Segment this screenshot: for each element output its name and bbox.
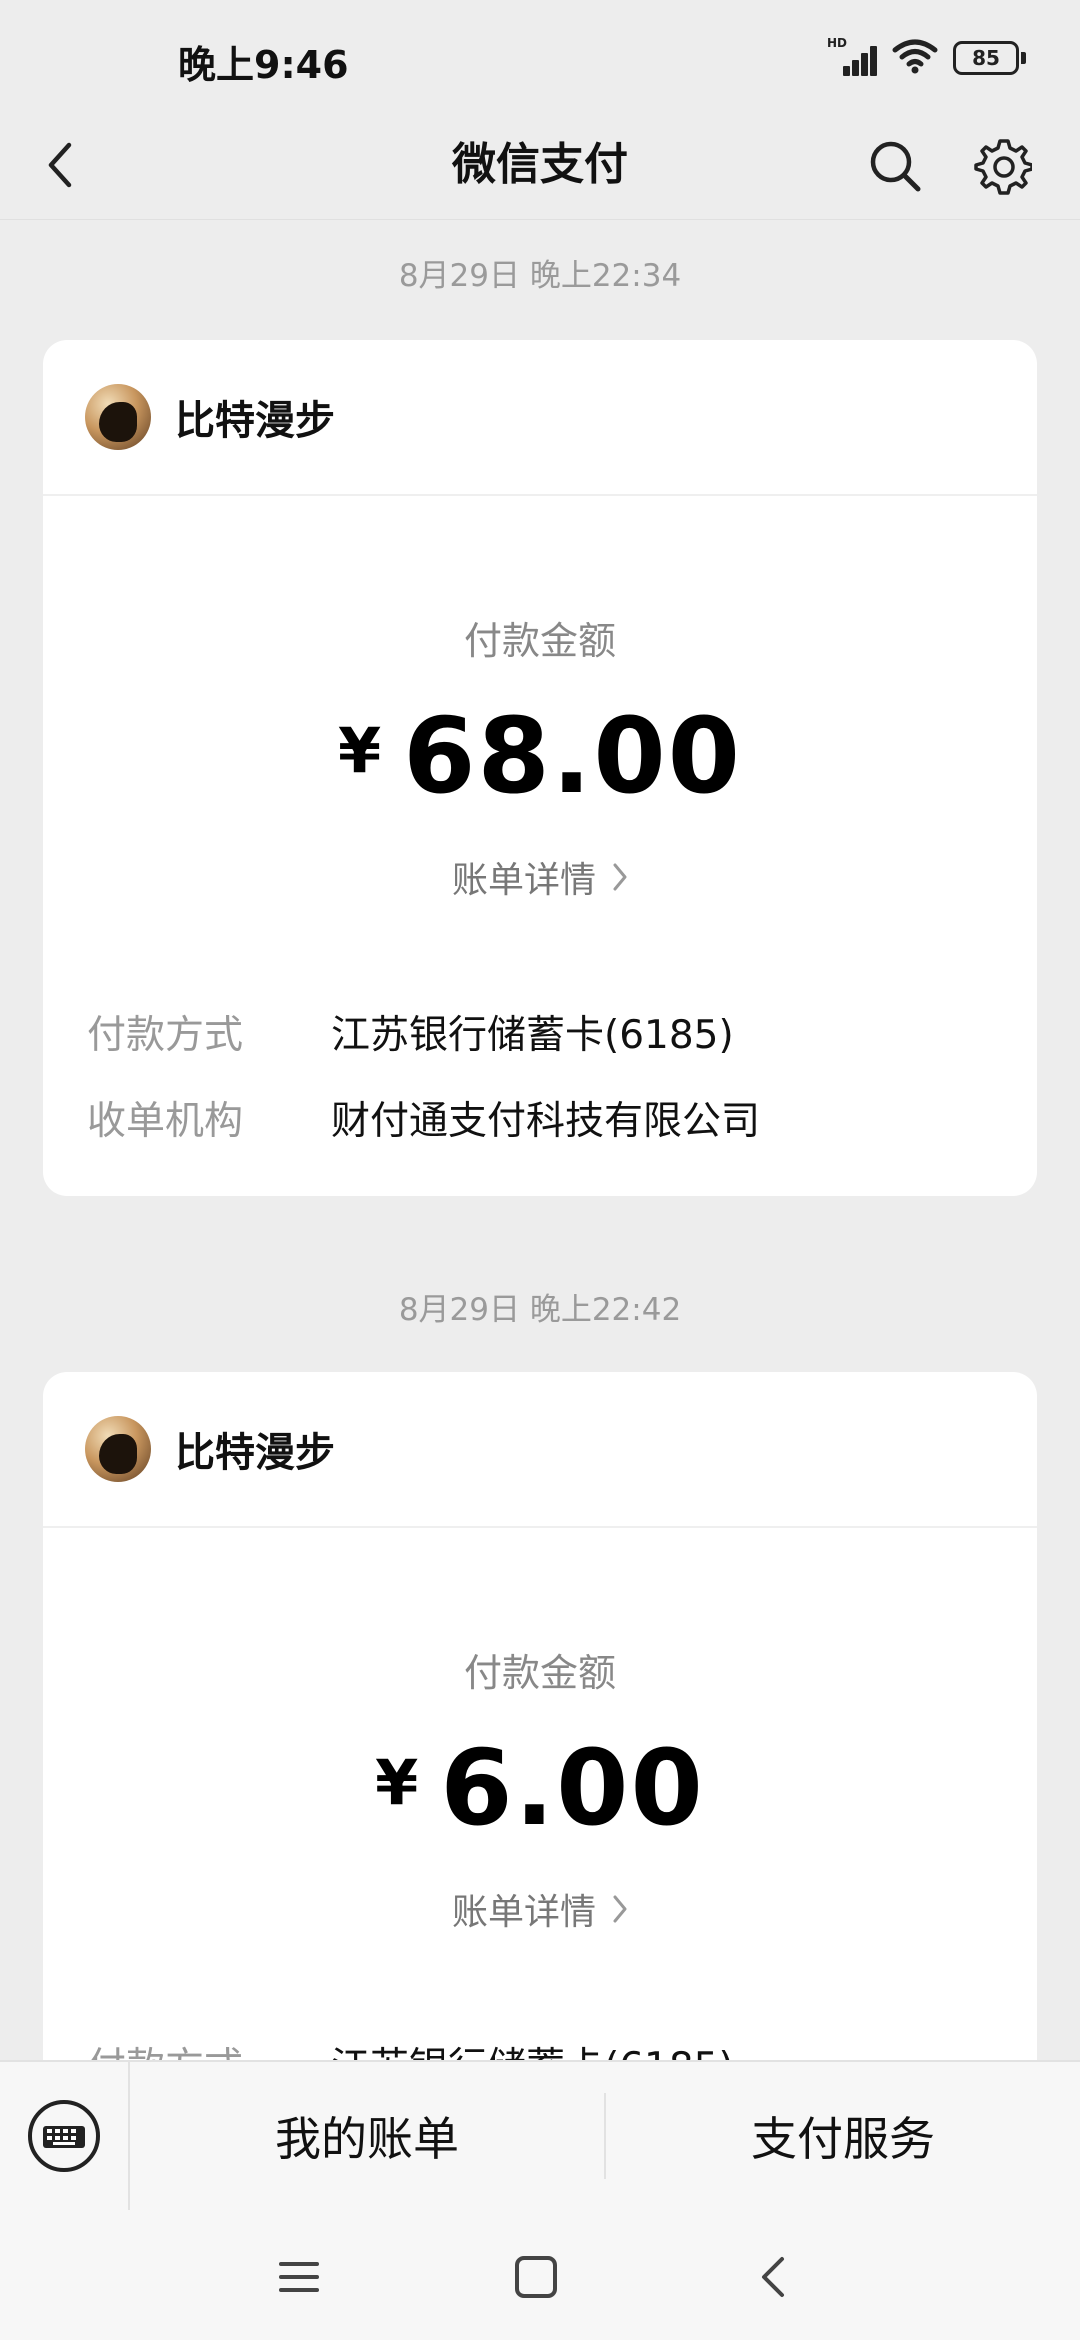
info-value: 财付通支付科技有限公司 xyxy=(331,1099,761,1144)
chevron-right-icon xyxy=(612,862,628,892)
battery-icon: 85 xyxy=(953,41,1026,75)
transaction-card[interactable]: 比特漫步 付款金额 ¥ 68.00 账单详情 付款方式 江苏银行储蓄卡(6185… xyxy=(43,340,1037,1196)
nav-bar: 微信支付 xyxy=(0,110,1080,220)
back-icon[interactable] xyxy=(738,2242,808,2312)
menu-icon[interactable] xyxy=(264,2242,334,2312)
menu-my-bills[interactable]: 我的账单 xyxy=(130,2093,604,2179)
info-label: 收单机构 xyxy=(87,1099,244,1144)
signal-icon: HD xyxy=(827,36,877,76)
system-nav-bar xyxy=(0,2210,1080,2340)
merchant-name: 比特漫步 xyxy=(175,398,335,444)
info-row: 收单机构 财付通支付科技有限公司 xyxy=(87,1075,993,1161)
amount-label: 付款金额 xyxy=(463,619,616,663)
info-rows: 付款方式 江苏银行储蓄卡(6185) 收单机构 财付通支付科技有限公司 xyxy=(43,989,1037,1196)
amount-value: 68.00 xyxy=(403,695,743,817)
bill-detail-link[interactable]: 账单详情 xyxy=(43,851,1037,903)
battery-level: 85 xyxy=(953,41,1019,75)
currency-symbol: ¥ xyxy=(375,1746,419,1819)
status-time: 晚上9:46 xyxy=(178,43,349,87)
payment-amount: ¥ 68.00 xyxy=(43,695,1037,817)
payment-amount: ¥ 6.00 xyxy=(43,1727,1037,1849)
amount-value: 6.00 xyxy=(440,1727,705,1849)
info-row: 付款方式 江苏银行储蓄卡(6185) xyxy=(87,989,993,1075)
info-value: 江苏银行储蓄卡(6185) xyxy=(331,1013,734,1058)
transaction-timestamp: 8月29日 晚上22:34 xyxy=(398,258,682,294)
status-icons: HD 85 xyxy=(827,36,1026,78)
network-type-label: HD xyxy=(827,36,848,50)
transaction-timestamp: 8月29日 晚上22:42 xyxy=(398,1292,682,1328)
bottom-menu: 我的账单 支付服务 xyxy=(0,2060,1080,2211)
amount-label: 付款金额 xyxy=(463,1651,616,1695)
avatar xyxy=(85,384,151,450)
keyboard-icon[interactable] xyxy=(0,2061,130,2211)
merchant-name: 比特漫步 xyxy=(175,1430,335,1476)
card-header[interactable]: 比特漫步 xyxy=(43,1372,1037,1528)
bill-detail-label: 账单详情 xyxy=(451,1892,596,1933)
home-icon[interactable] xyxy=(501,2242,571,2312)
currency-symbol: ¥ xyxy=(337,714,382,787)
info-label: 付款方式 xyxy=(87,1013,244,1058)
back-arrow-icon[interactable] xyxy=(30,135,90,195)
menu-payment-services[interactable]: 支付服务 xyxy=(606,2093,1080,2179)
gear-icon[interactable] xyxy=(972,135,1034,197)
search-icon[interactable] xyxy=(864,135,926,197)
chevron-right-icon xyxy=(612,1894,628,1924)
bill-detail-label: 账单详情 xyxy=(451,860,596,901)
bill-detail-link[interactable]: 账单详情 xyxy=(43,1883,1037,1935)
wifi-icon xyxy=(891,38,939,78)
card-header[interactable]: 比特漫步 xyxy=(43,340,1037,496)
avatar xyxy=(85,1416,151,1482)
status-bar: 晚上9:46 HD 85 xyxy=(0,0,1080,110)
